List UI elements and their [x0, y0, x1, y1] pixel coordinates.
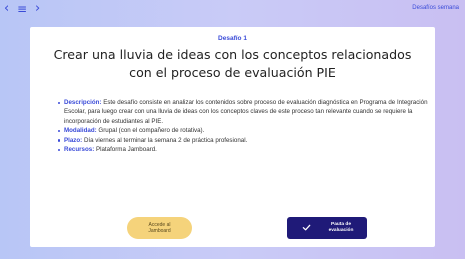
menu-icon[interactable]: ≡	[17, 1, 27, 17]
detail-label: Descripción:	[64, 99, 102, 106]
challenge-title: Crear una lluvia de ideas con los concep…	[53, 47, 412, 80]
rubric-button-label: Pauta de evaluación	[323, 222, 359, 234]
detail-text: Día viernes al terminar la semana 2 de p…	[82, 136, 248, 144]
top-bar: ‹ ≡ › Desafíos semana	[0, 0, 465, 22]
rubric-button-line2: evaluación	[328, 228, 354, 233]
detail-label: Recursos:	[64, 146, 95, 154]
jamboard-button-line2: Jamboard	[148, 228, 171, 234]
detail-deadline: Plazo: Día viernes al terminar la semana…	[58, 136, 428, 145]
detail-modality: Modalidad: Grupal (con el compañero de r…	[58, 126, 428, 135]
back-icon[interactable]: ‹	[4, 1, 9, 17]
check-icon	[302, 224, 311, 231]
challenge-details: Descripción: Este desafío consiste en an…	[58, 98, 428, 154]
detail-label: Modalidad:	[64, 127, 97, 135]
rubric-button-line1: Pauta de	[331, 222, 351, 227]
forward-icon[interactable]: ›	[35, 1, 40, 17]
detail-resources: Recursos: Plataforma Jamboard.	[58, 145, 428, 154]
detail-description: Descripción: Este desafío consiste en an…	[58, 98, 428, 126]
detail-text: Plataforma Jamboard.	[94, 146, 157, 154]
rubric-button[interactable]: Pauta de evaluación	[287, 217, 367, 239]
app-window: ‹ ≡ › Desafíos semana Desafío 1 Crear un…	[0, 0, 465, 259]
jamboard-button-label: Accede al Jamboard	[148, 222, 170, 234]
detail-label: Plazo:	[64, 136, 83, 144]
detail-text: Grupal (con el compañero de rotativa).	[96, 127, 205, 135]
jamboard-button[interactable]: Accede al Jamboard	[127, 217, 192, 239]
section-link[interactable]: Desafíos semana	[412, 5, 459, 11]
challenge-card: Desafío 1 Crear una lluvia de ideas con …	[30, 27, 435, 247]
detail-text: Este desafío consiste en analizar los co…	[64, 99, 428, 125]
challenge-number: Desafío 1	[218, 35, 247, 42]
